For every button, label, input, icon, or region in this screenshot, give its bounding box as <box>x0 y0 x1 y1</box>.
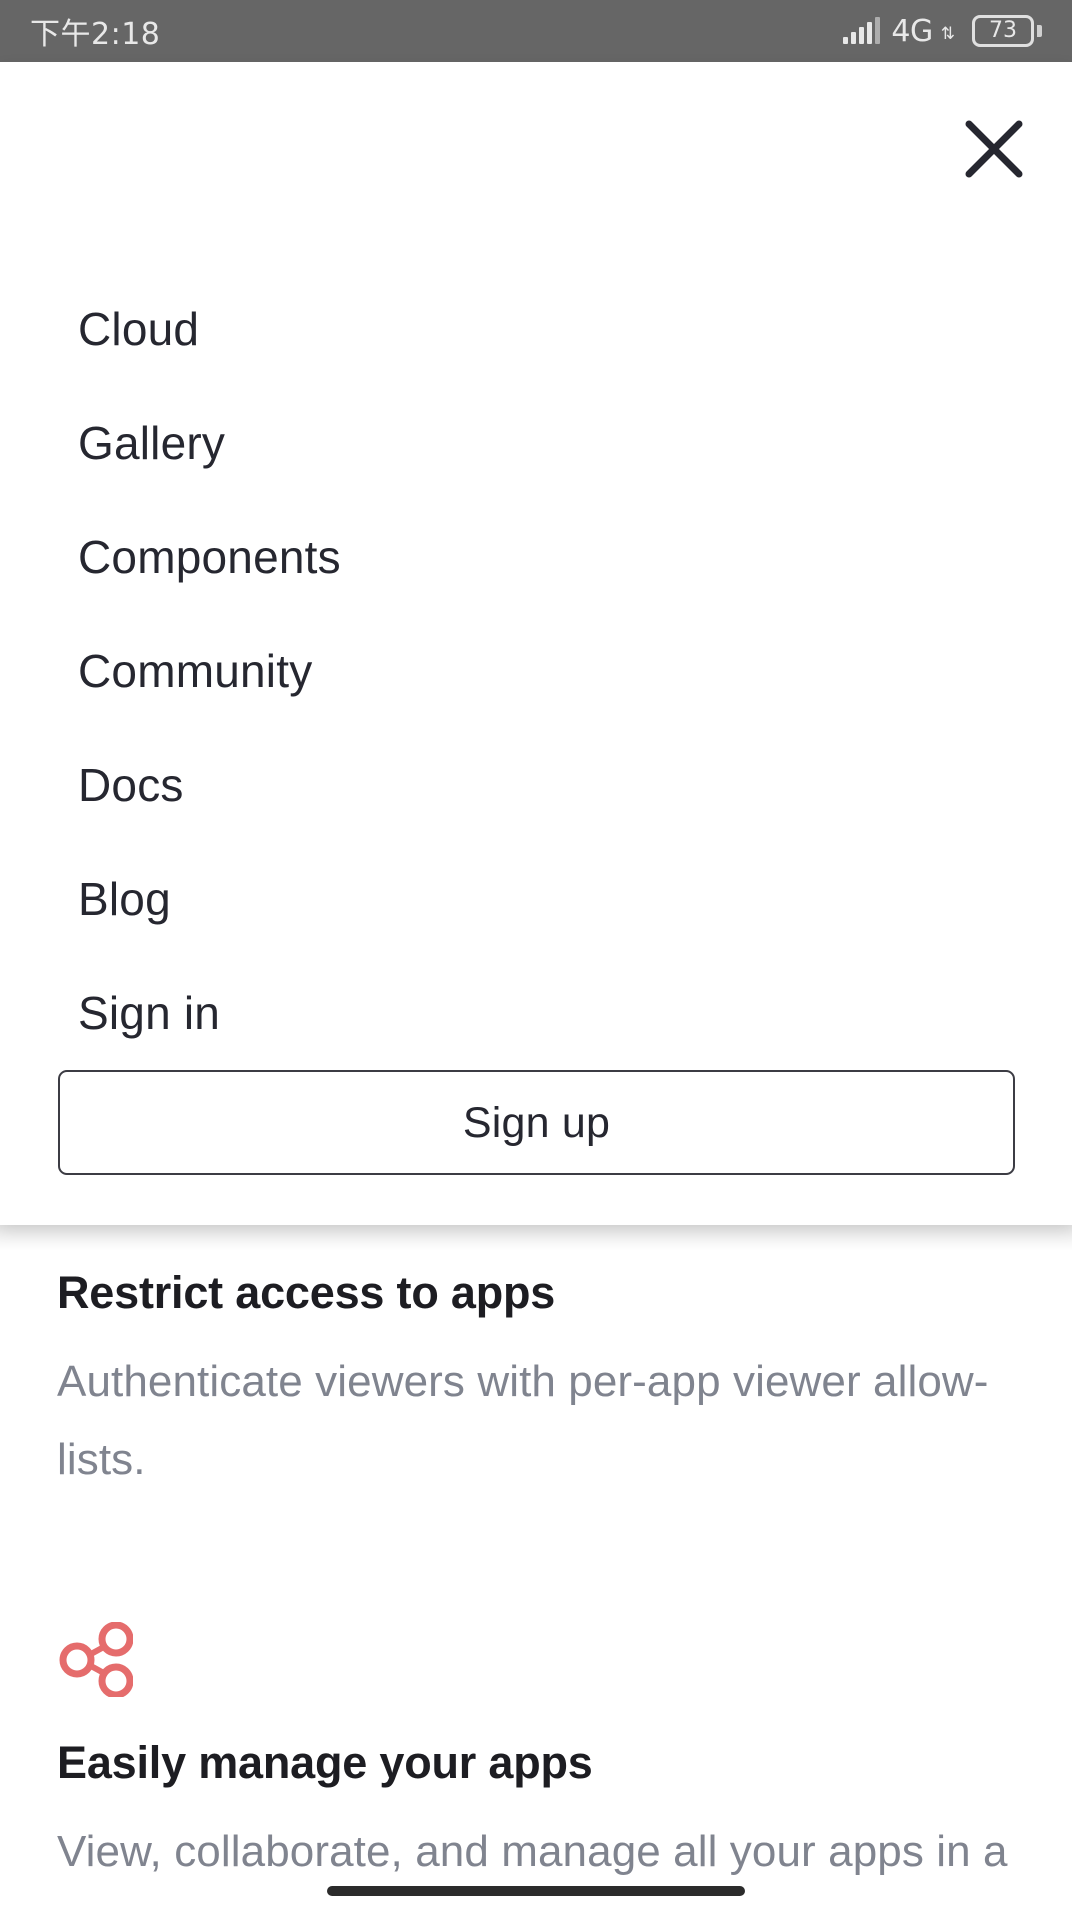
network-type-label: 4G <box>891 13 933 49</box>
battery-icon: 73 <box>972 15 1042 47</box>
feature-block-restrict-access: Restrict access to apps Authenticate vie… <box>0 1225 1072 1912</box>
close-icon[interactable] <box>962 117 1026 181</box>
signal-bars-icon <box>843 17 881 44</box>
menu-item-docs[interactable]: Docs <box>0 728 1072 842</box>
menu-item-gallery[interactable]: Gallery <box>0 386 1072 500</box>
data-transfer-arrows-icon: ⇅ <box>940 24 955 43</box>
status-bar: 下午2:18 4G ⇅ 73 <box>0 0 1072 62</box>
mobile-screen: 下午2:18 4G ⇅ 73 Restrict access to apps A… <box>0 0 1072 1912</box>
battery-level-label: 73 <box>989 18 1017 43</box>
home-indicator[interactable] <box>327 1886 745 1896</box>
feature-title: Easily manage your apps <box>57 1736 593 1788</box>
status-bar-indicators: 4G ⇅ 73 <box>843 14 1042 49</box>
menu-item-blog[interactable]: Blog <box>0 842 1072 956</box>
menu-list: Cloud Gallery Components Community Docs … <box>0 272 1072 1070</box>
feature-body: Authenticate viewers with per-app viewer… <box>57 1356 989 1484</box>
signup-button-wrapper: Sign up <box>58 1070 1015 1175</box>
menu-item-cloud[interactable]: Cloud <box>0 272 1072 386</box>
menu-item-community[interactable]: Community <box>0 614 1072 728</box>
navigation-menu-panel: Cloud Gallery Components Community Docs … <box>0 62 1072 1225</box>
sign-up-button[interactable]: Sign up <box>58 1070 1015 1175</box>
page-content: Restrict access to apps Authenticate vie… <box>0 1225 1072 1912</box>
menu-item-sign-in[interactable]: Sign in <box>0 956 1072 1070</box>
menu-item-components[interactable]: Components <box>0 500 1072 614</box>
share-network-icon <box>57 1499 1015 1697</box>
feature-title: Restrict access to apps <box>57 1267 556 1318</box>
status-bar-time: 下午2:18 <box>30 17 161 52</box>
